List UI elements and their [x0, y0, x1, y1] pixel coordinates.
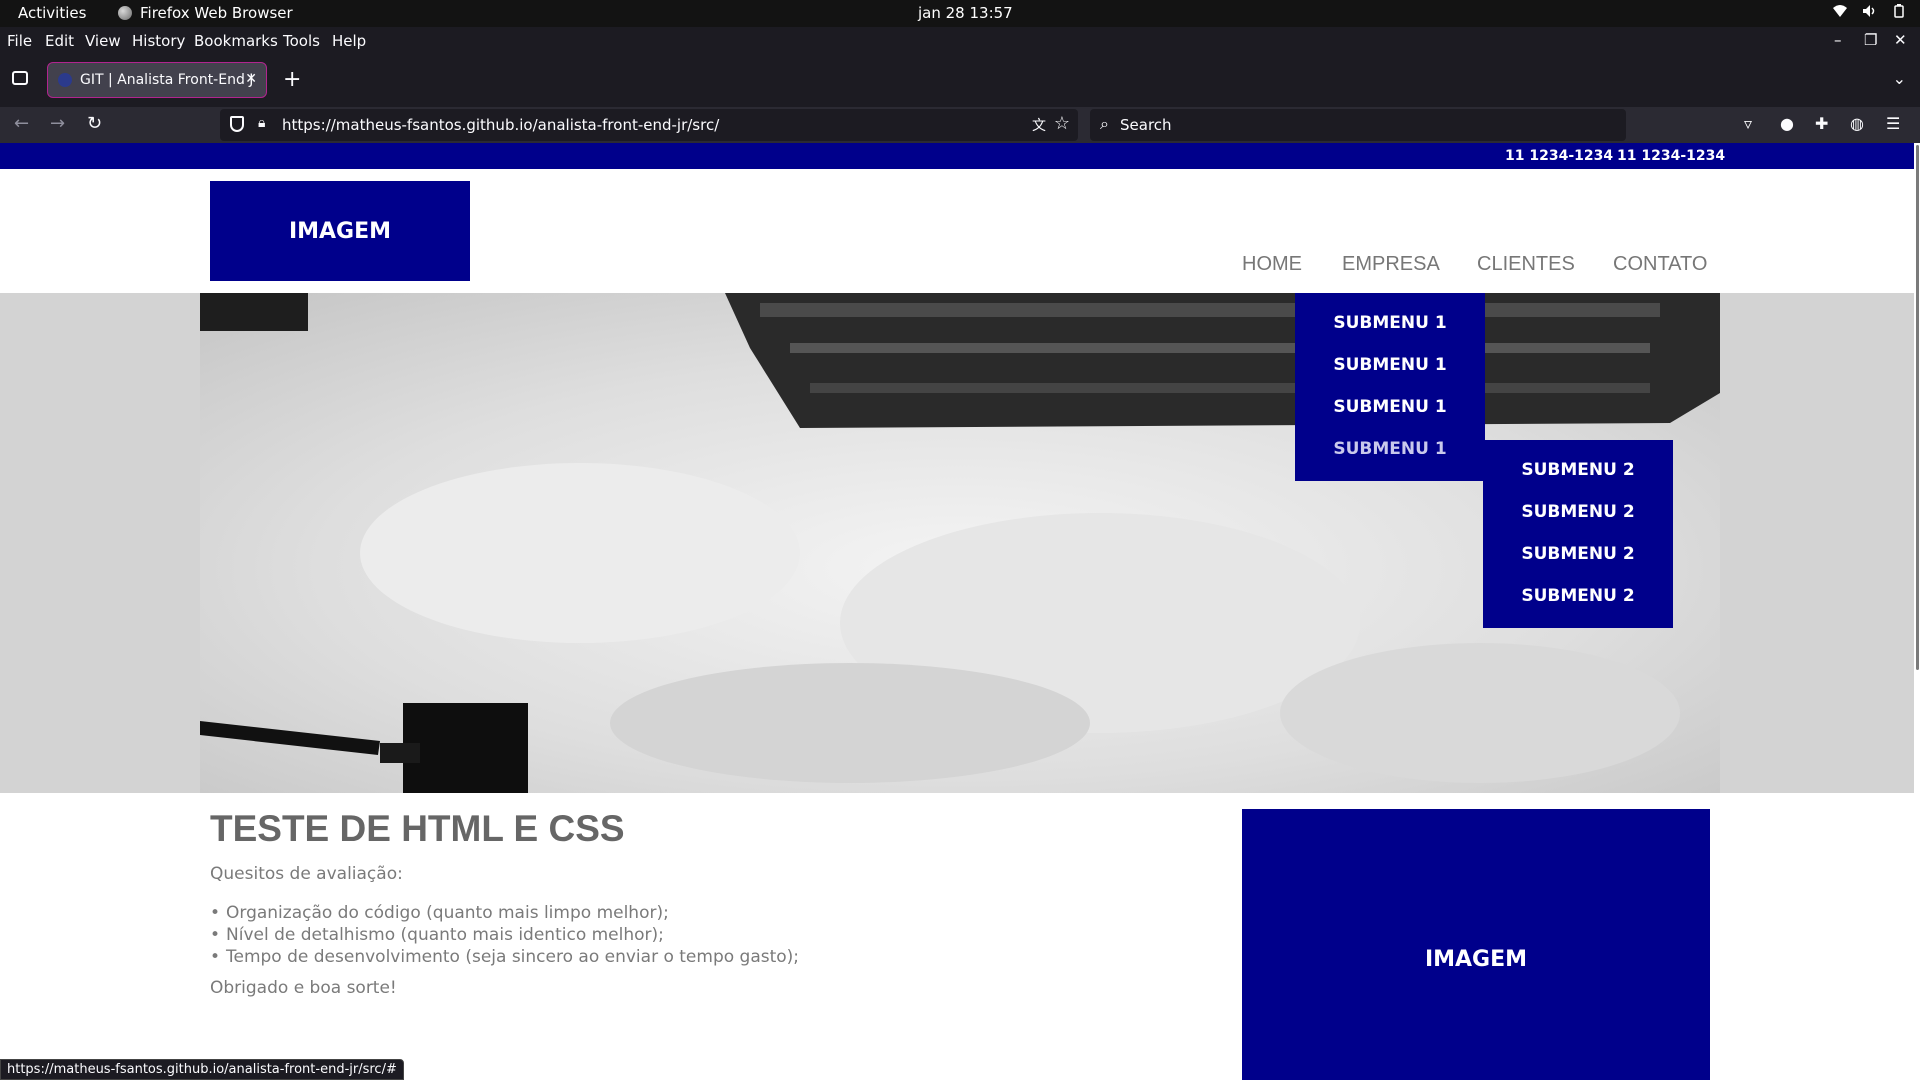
site-header: IMAGEM HOME EMPRESA CLIENTES CONTATO: [0, 169, 1914, 293]
vpn-icon[interactable]: ◍: [1850, 114, 1864, 133]
tab-active[interactable]: GIT | Analista Front-End J ✕: [47, 62, 267, 98]
menu-history[interactable]: History: [132, 32, 185, 50]
menu-edit[interactable]: Edit: [45, 32, 74, 50]
submenu2-item[interactable]: SUBMENU 2: [1483, 586, 1673, 606]
nav-contato[interactable]: CONTATO: [1613, 253, 1707, 276]
restore-icon[interactable]: ❐: [1864, 31, 1877, 49]
tab-bar: GIT | Analista Front-End J ✕ + ⌄: [0, 55, 1920, 107]
page-scrollbar[interactable]: [1914, 143, 1920, 1080]
search-icon: ⌕: [1100, 114, 1109, 133]
submenu2-item[interactable]: SUBMENU 2: [1483, 502, 1673, 522]
clock[interactable]: jan 28 13:57: [918, 4, 1013, 22]
closing-text: Obrigado e boa sorte!: [210, 978, 397, 998]
submenu1-item[interactable]: SUBMENU 1: [1295, 313, 1485, 333]
side-image-text: IMAGEM: [1424, 946, 1528, 972]
new-tab-icon[interactable]: +: [283, 67, 301, 92]
list-item: Tempo de desenvolvimento (seja sincero a…: [210, 946, 1110, 968]
hamburger-menu-icon[interactable]: ☰: [1886, 114, 1900, 133]
extensions-icon[interactable]: ✚: [1815, 114, 1828, 133]
criteria-list: Organização do código (quanto mais limpo…: [210, 902, 1110, 968]
search-placeholder[interactable]: Search: [1120, 116, 1172, 134]
submenu1-item[interactable]: SUBMENU 1: [1295, 355, 1485, 375]
submenu-level-2: SUBMENU 2 SUBMENU 2 SUBMENU 2 SUBMENU 2: [1483, 440, 1673, 628]
submenu-level-1: SUBMENU 1 SUBMENU 1 SUBMENU 1 SUBMENU 1: [1295, 293, 1485, 481]
power-icon[interactable]: [1892, 4, 1906, 22]
search-bar[interactable]: ⌕ Search: [1090, 109, 1626, 141]
logo-placeholder[interactable]: IMAGEM: [210, 181, 470, 281]
system-tray[interactable]: [1832, 4, 1906, 22]
tab-close-icon[interactable]: ✕: [245, 71, 257, 87]
reload-icon[interactable]: ↻: [87, 113, 102, 134]
logo-text: IMAGEM: [288, 218, 392, 244]
main-content: TESTE DE HTML E CSS Quesitos de avaliaçã…: [210, 808, 1110, 998]
activities-button[interactable]: Activities: [18, 4, 86, 22]
side-image-placeholder: IMAGEM: [1242, 809, 1710, 1080]
phone-2[interactable]: 11 1234-1234: [1617, 148, 1725, 164]
list-all-tabs-icon[interactable]: ⌄: [1893, 69, 1906, 88]
submenu1-item[interactable]: SUBMENU 1: [1295, 397, 1485, 417]
firefox-icon: [118, 6, 132, 20]
criteria-intro: Quesitos de avaliação:: [210, 864, 403, 884]
menu-file[interactable]: File: [7, 32, 32, 50]
list-item: Organização do código (quanto mais limpo…: [210, 902, 1110, 924]
navigation-toolbar: ← → ↻ 🔒︎ https://matheus-fsantos.github.…: [0, 107, 1920, 143]
back-icon[interactable]: ←: [14, 113, 29, 134]
menu-bar: File Edit View History Bookmarks Tools H…: [0, 27, 1920, 55]
account-icon[interactable]: ●: [1780, 114, 1794, 133]
submenu1-item-hovered[interactable]: SUBMENU 1: [1295, 439, 1485, 459]
page-viewport: 11 1234-1234 11 1234-1234 IMAGEM HOME EM…: [0, 143, 1920, 1080]
menu-help[interactable]: Help: [332, 32, 366, 50]
pocket-icon[interactable]: ▿: [1744, 114, 1752, 133]
phone-1[interactable]: 11 1234-1234: [1505, 148, 1613, 164]
submenu2-item[interactable]: SUBMENU 2: [1483, 460, 1673, 480]
translate-icon[interactable]: 文: [1032, 115, 1046, 135]
tab-title: GIT | Analista Front-End J: [80, 72, 254, 88]
forward-icon[interactable]: →: [50, 113, 65, 134]
url-text[interactable]: https://matheus-fsantos.github.io/analis…: [282, 116, 719, 134]
firefox-view-icon[interactable]: [12, 71, 28, 85]
tab-favicon-icon: [58, 73, 72, 87]
system-top-bar: Activities Firefox Web Browser jan 28 13…: [0, 0, 1920, 27]
app-name-label: Firefox Web Browser: [140, 4, 293, 22]
wifi-icon[interactable]: [1832, 4, 1848, 22]
page-title: TESTE DE HTML E CSS: [210, 808, 625, 849]
nav-home[interactable]: HOME: [1242, 253, 1302, 276]
nav-clientes[interactable]: CLIENTES: [1477, 253, 1575, 276]
menu-bookmarks[interactable]: Bookmarks: [194, 32, 278, 50]
close-window-icon[interactable]: ✕: [1894, 31, 1907, 49]
list-item: Nível de detalhismo (quanto mais identic…: [210, 924, 1110, 946]
url-bar[interactable]: 🔒︎ https://matheus-fsantos.github.io/ana…: [220, 109, 1078, 141]
submenu2-item[interactable]: SUBMENU 2: [1483, 544, 1673, 564]
status-url-tooltip: https://matheus-fsantos.github.io/analis…: [0, 1059, 404, 1080]
menu-view[interactable]: View: [85, 32, 121, 50]
nav-empresa[interactable]: EMPRESA: [1342, 253, 1440, 276]
scrollbar-thumb[interactable]: [1916, 145, 1919, 670]
app-menu[interactable]: Firefox Web Browser: [118, 4, 293, 22]
top-contact-bar: 11 1234-1234 11 1234-1234: [0, 143, 1914, 169]
volume-icon[interactable]: [1862, 4, 1878, 22]
tracking-protection-icon[interactable]: [230, 116, 244, 132]
lock-icon[interactable]: 🔒︎: [258, 115, 265, 131]
menu-tools[interactable]: Tools: [283, 32, 320, 50]
bookmark-star-icon[interactable]: ☆: [1054, 113, 1070, 134]
minimize-icon[interactable]: –: [1834, 31, 1842, 49]
